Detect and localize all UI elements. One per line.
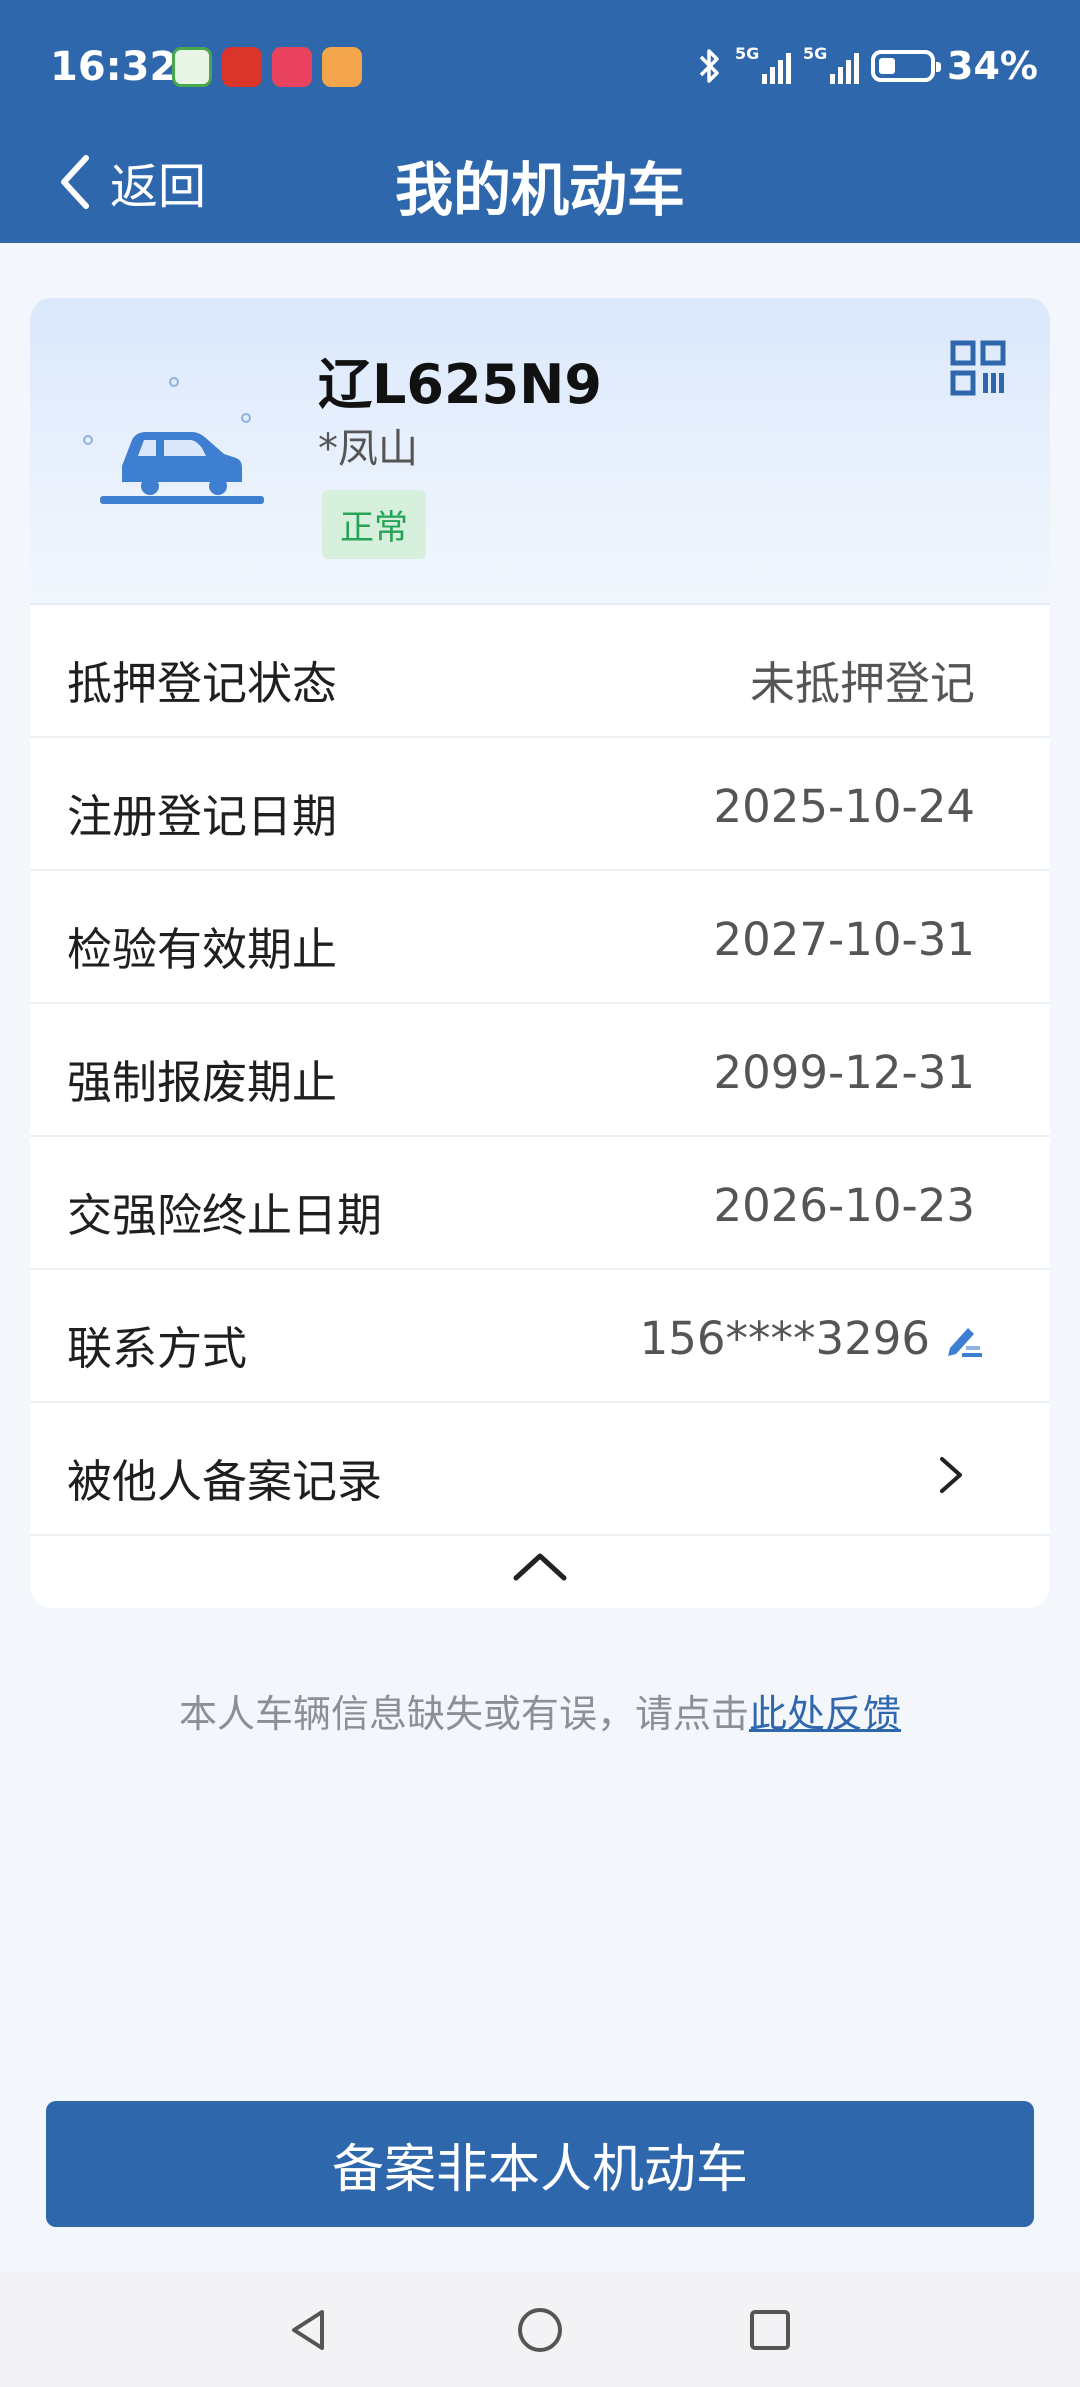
- home-circle-icon[interactable]: [510, 2300, 570, 2360]
- feedback-link[interactable]: 此处反馈: [749, 1692, 901, 1736]
- feedback-note: 本人车辆信息缺失或有误，请点击此处反馈: [0, 1683, 1080, 1738]
- back-triangle-icon[interactable]: [280, 2300, 340, 2360]
- detail-label: 抵押登记状态: [67, 657, 338, 710]
- detail-label: 强制报废期止: [67, 1056, 338, 1109]
- app-green-icon: [172, 47, 212, 87]
- signal-icon-2: 5G: [803, 44, 860, 86]
- register-other-vehicle-button[interactable]: 备案非本人机动车: [46, 2101, 1034, 2227]
- detail-value: 2025-10-24: [713, 780, 975, 833]
- back-label: 返回: [110, 159, 207, 215]
- detail-value: 未抵押登记: [749, 657, 975, 710]
- status-bar: 16:32 5G 5G 34%: [0, 0, 1080, 135]
- chevron-up-icon[interactable]: [510, 1548, 570, 1588]
- nav-bar: 我的机动车 返回: [0, 135, 1080, 243]
- app-header: 16:32 5G 5G 34% 我的机动车 返回: [0, 0, 1080, 243]
- vehicle-card: 辽L625N9 *凤山 正常 抵押登记状态 未抵押登记 注册登记日期 2025-…: [30, 298, 1050, 1608]
- detail-label: 检验有效期止: [67, 923, 338, 976]
- license-plate: 辽L625N9: [318, 353, 602, 416]
- detail-row-filing-records[interactable]: 被他人备案记录: [30, 1401, 1050, 1534]
- detail-label: 注册登记日期: [67, 790, 338, 843]
- detail-value: 156****3296: [639, 1312, 930, 1365]
- bluetooth-icon: [699, 49, 719, 83]
- detail-label: 联系方式: [67, 1322, 248, 1375]
- detail-value: 2099-12-31: [713, 1046, 975, 1099]
- status-badge: 正常: [322, 490, 426, 559]
- qr-code-icon[interactable]: [950, 340, 1006, 396]
- detail-row-insurance-expiry: 交强险终止日期 2026-10-23: [30, 1135, 1050, 1268]
- app-pink-icon: [272, 47, 312, 87]
- chevron-right-icon: [940, 1457, 962, 1493]
- detail-label: 交强险终止日期: [67, 1189, 383, 1242]
- app-orange-icon: [322, 47, 362, 87]
- battery-icon: [871, 50, 942, 82]
- battery-percent: 34%: [947, 44, 1038, 88]
- back-button[interactable]: 返回: [58, 147, 206, 217]
- detail-row-scrap-date: 强制报废期止 2099-12-31: [30, 1002, 1050, 1135]
- signal-icon-1: 5G: [735, 44, 792, 86]
- status-right-cluster: 5G 5G 34%: [697, 44, 1038, 88]
- recents-square-icon[interactable]: [740, 2300, 800, 2360]
- notification-icons: [172, 47, 362, 87]
- edit-icon[interactable]: [944, 1320, 984, 1360]
- detail-row-mortgage: 抵押登记状态 未抵押登记: [30, 603, 1050, 736]
- vehicle-summary: 辽L625N9 *凤山 正常: [30, 298, 1050, 603]
- detail-row-inspection-expiry: 检验有效期止 2027-10-31: [30, 869, 1050, 1002]
- detail-row-registration-date: 注册登记日期 2025-10-24: [30, 736, 1050, 869]
- detail-value: 2026-10-23: [713, 1179, 975, 1232]
- status-time: 16:32: [50, 44, 178, 90]
- feedback-text: 本人车辆信息缺失或有误，请点击: [178, 1692, 749, 1736]
- detail-label: 被他人备案记录: [67, 1455, 383, 1508]
- owner-name: *凤山: [318, 426, 418, 472]
- app-red-icon: [222, 47, 262, 87]
- car-icon: [83, 377, 264, 504]
- system-nav-bar: [0, 2272, 1080, 2387]
- detail-value: 2027-10-31: [713, 913, 975, 966]
- chevron-left-icon: [61, 155, 89, 209]
- detail-row-contact: 联系方式 156****3296: [30, 1268, 1050, 1401]
